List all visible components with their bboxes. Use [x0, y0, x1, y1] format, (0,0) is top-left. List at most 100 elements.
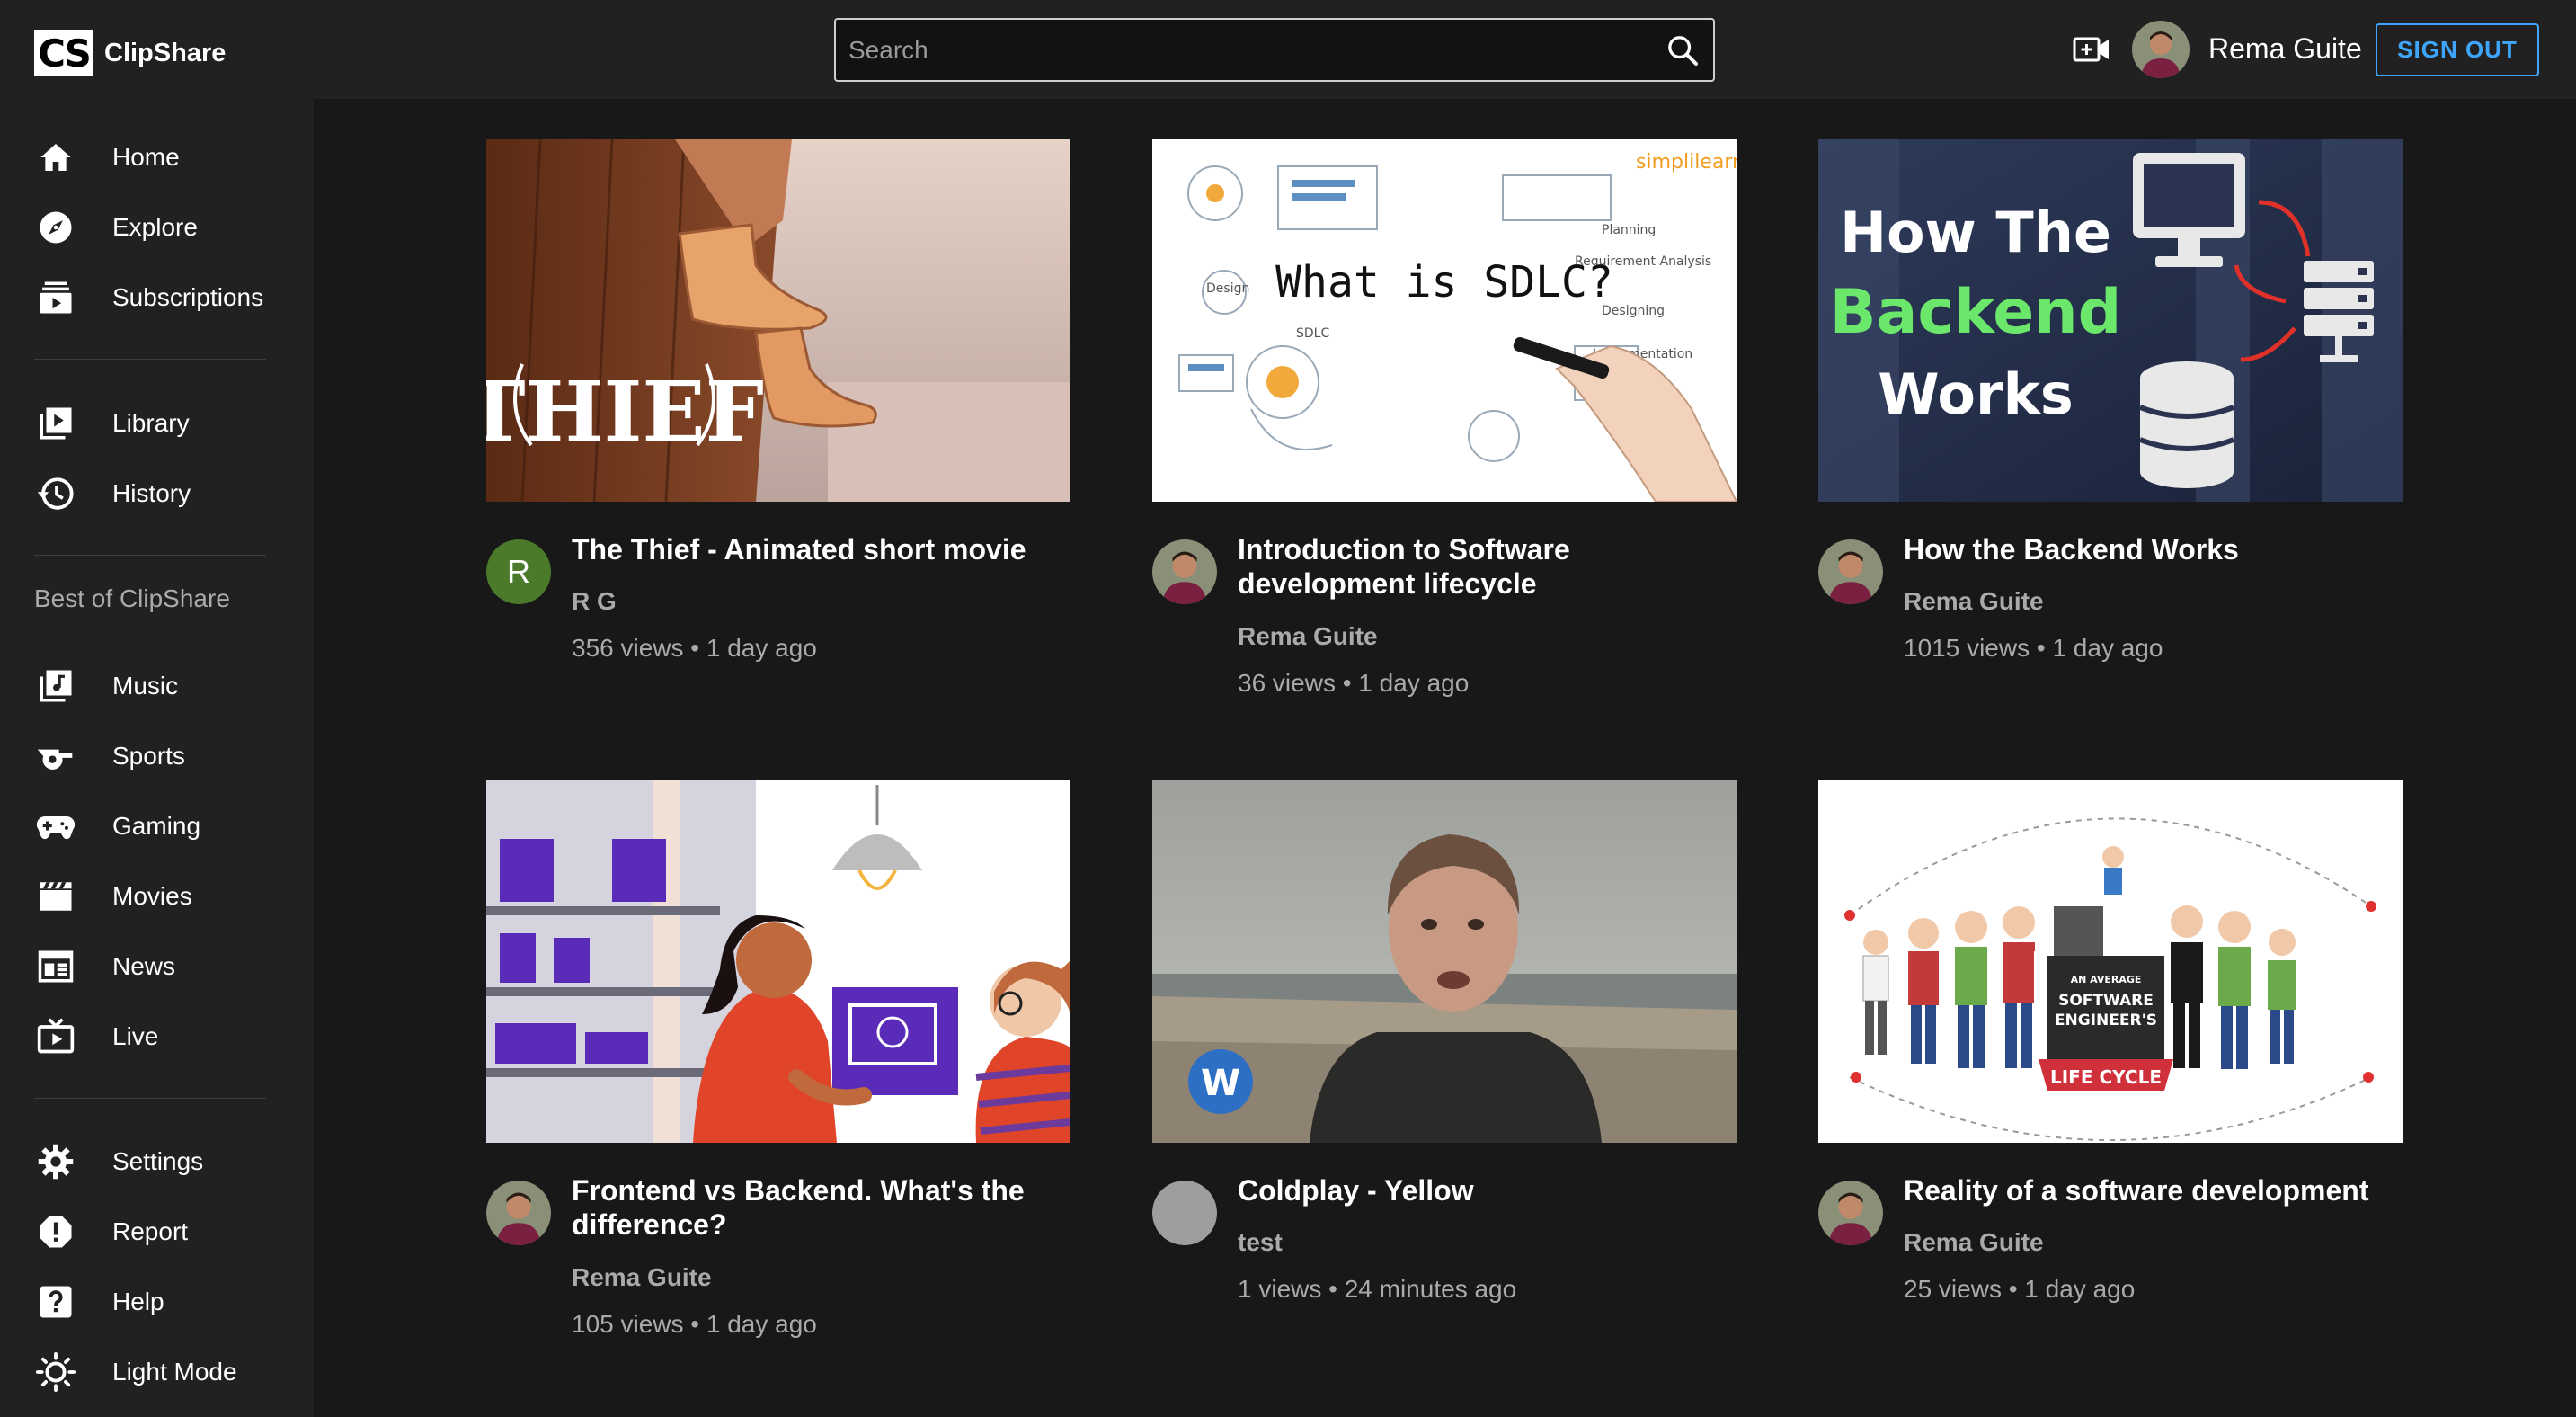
sidebar-item-label: Gaming: [112, 812, 201, 840]
music-icon: [34, 664, 77, 708]
channel-name[interactable]: Rema Guite: [1238, 622, 1378, 651]
history-icon: [34, 472, 77, 515]
sidebar-item-live[interactable]: Live: [0, 1005, 314, 1068]
thumbnail-text-1: AN AVERAGE: [2071, 974, 2142, 985]
user-name: Rema Guite: [2208, 32, 2362, 65]
video-meta: 1015 views • 1 day ago: [1904, 634, 2163, 662]
channel-name[interactable]: Rema Guite: [572, 1263, 712, 1292]
sidebar-item-label: Home: [112, 143, 180, 171]
sidebar-item-label: Sports: [112, 742, 185, 770]
sidebar-item-subscriptions[interactable]: Subscriptions: [0, 266, 314, 329]
help-icon: [34, 1280, 77, 1323]
thumbnail-brand: simplilearn: [1636, 151, 1737, 174]
video-thumbnail[interactable]: AN AVERAGE SOFTWARE ENGINEER'S LIFE CYCL…: [1818, 780, 2403, 1143]
video-card[interactable]: Design Planning Requirement Analysis SDLC D…: [1152, 139, 1737, 715]
sidebar-item-label: Music: [112, 672, 179, 700]
video-title[interactable]: Reality of a software development: [1904, 1173, 2407, 1208]
user-avatar[interactable]: [2132, 21, 2190, 78]
gamepad-icon: [34, 805, 77, 848]
sidebar-section-title: Best of ClipShare: [34, 584, 230, 612]
newspaper-icon: [34, 945, 77, 988]
sidebar-item-label: Settings: [112, 1147, 204, 1175]
thumbnail-text-2: SOFTWARE: [2058, 992, 2154, 1010]
sidebar-item-label: History: [112, 479, 191, 507]
channel-avatar[interactable]: R: [486, 539, 551, 604]
video-card[interactable]: Frontend vs Backend. What's the differen…: [486, 780, 1070, 1356]
sidebar-item-help[interactable]: Help: [0, 1270, 314, 1333]
video-title[interactable]: How the Backend Works: [1904, 532, 2407, 566]
sign-out-button[interactable]: SIGN OUT: [2376, 23, 2539, 76]
video-title[interactable]: The Thief - Animated short movie: [572, 532, 1075, 566]
channel-name[interactable]: R G: [572, 587, 617, 616]
video-card[interactable]: THIEF R The Thief - Animated short movie…: [486, 139, 1070, 679]
live-tv-icon: [34, 1015, 77, 1058]
channel-avatar[interactable]: [1818, 1181, 1883, 1245]
sidebar-item-settings[interactable]: Settings: [0, 1130, 314, 1193]
sidebar-item-label: Explore: [112, 213, 198, 241]
gear-icon: [34, 1140, 77, 1183]
sidebar-item-library[interactable]: Library: [0, 392, 314, 455]
thumbnail-text-3: ENGINEER'S: [2055, 1012, 2157, 1029]
sun-icon: [34, 1350, 77, 1394]
home-icon: [34, 136, 77, 179]
thumbnail-text-3: Works: [1878, 361, 2073, 427]
video-meta: 36 views • 1 day ago: [1238, 669, 1470, 697]
video-meta: 105 views • 1 day ago: [572, 1310, 817, 1338]
sidebar-item-news[interactable]: News: [0, 935, 314, 998]
channel-avatar[interactable]: [1818, 539, 1883, 604]
sidebar-divider: [34, 555, 266, 556]
svg-text:SDLC: SDLC: [1296, 326, 1329, 341]
logo-mark: CS: [34, 30, 93, 76]
video-meta: 356 views • 1 day ago: [572, 634, 817, 662]
sidebar-item-movies[interactable]: Movies: [0, 865, 314, 928]
thumbnail-text-1: How The: [1840, 200, 2111, 265]
search-box: [834, 18, 1715, 82]
sidebar-item-music[interactable]: Music: [0, 655, 314, 717]
thumbnail-text-2: Backend: [1830, 277, 2122, 348]
sidebar-item-gaming[interactable]: Gaming: [0, 795, 314, 858]
sidebar-item-home[interactable]: Home: [0, 126, 314, 189]
logo[interactable]: CS ClipShare: [34, 30, 226, 76]
channel-name[interactable]: Rema Guite: [1904, 1228, 2044, 1257]
thumbnail-text: What is SDLC?: [1275, 257, 1613, 307]
svg-text:Planning: Planning: [1602, 223, 1656, 237]
search-button[interactable]: [1665, 32, 1701, 68]
channel-avatar[interactable]: [1152, 1181, 1217, 1245]
channel-avatar[interactable]: [486, 1181, 551, 1245]
sidebar-item-explore[interactable]: Explore: [0, 196, 314, 259]
sidebar-item-sports[interactable]: Sports: [0, 725, 314, 788]
video-meta: 1 views • 24 minutes ago: [1238, 1275, 1517, 1303]
video-meta: 25 views • 1 day ago: [1904, 1275, 2136, 1303]
video-title[interactable]: Coldplay - Yellow: [1238, 1173, 1741, 1208]
video-card[interactable]: AN AVERAGE SOFTWARE ENGINEER'S LIFE CYCL…: [1818, 780, 2403, 1320]
channel-name[interactable]: Rema Guite: [1904, 587, 2044, 616]
video-card[interactable]: How The Backend Works How the Backend Wo…: [1818, 139, 2403, 679]
search-input[interactable]: [848, 20, 1639, 80]
sidebar: Home Explore Subscriptions Library Histo…: [0, 99, 314, 1417]
report-icon: [34, 1210, 77, 1253]
search-icon: [1668, 36, 1698, 66]
sidebar-item-label: Live: [112, 1022, 159, 1050]
svg-text:W: W: [1201, 1063, 1240, 1104]
channel-name[interactable]: test: [1238, 1228, 1283, 1257]
thumbnail-text: THIEF: [486, 363, 764, 460]
video-thumbnail[interactable]: [486, 780, 1070, 1143]
subscriptions-icon: [34, 276, 77, 319]
video-thumbnail[interactable]: W: [1152, 780, 1737, 1143]
video-thumbnail[interactable]: How The Backend Works: [1818, 139, 2403, 502]
clapperboard-icon: [34, 875, 77, 918]
video-upload-icon[interactable]: [2073, 34, 2110, 65]
sidebar-item-label: Library: [112, 409, 190, 437]
sidebar-item-label: News: [112, 952, 176, 980]
channel-avatar[interactable]: [1152, 539, 1217, 604]
sidebar-item-report[interactable]: Report: [0, 1200, 314, 1263]
sidebar-item-history[interactable]: History: [0, 462, 314, 525]
logo-text: ClipShare: [104, 38, 227, 67]
sidebar-item-light-mode[interactable]: Light Mode: [0, 1341, 314, 1404]
video-thumbnail[interactable]: THIEF: [486, 139, 1070, 502]
video-title[interactable]: Frontend vs Backend. What's the differen…: [572, 1173, 1075, 1242]
video-card[interactable]: W Coldplay - Yellow test 1 views • 24 mi…: [1152, 780, 1737, 1320]
sidebar-item-label: Subscriptions: [112, 283, 264, 311]
video-title[interactable]: Introduction to Software development lif…: [1238, 532, 1741, 601]
video-thumbnail[interactable]: Design Planning Requirement Analysis SDLC D…: [1152, 139, 1737, 502]
